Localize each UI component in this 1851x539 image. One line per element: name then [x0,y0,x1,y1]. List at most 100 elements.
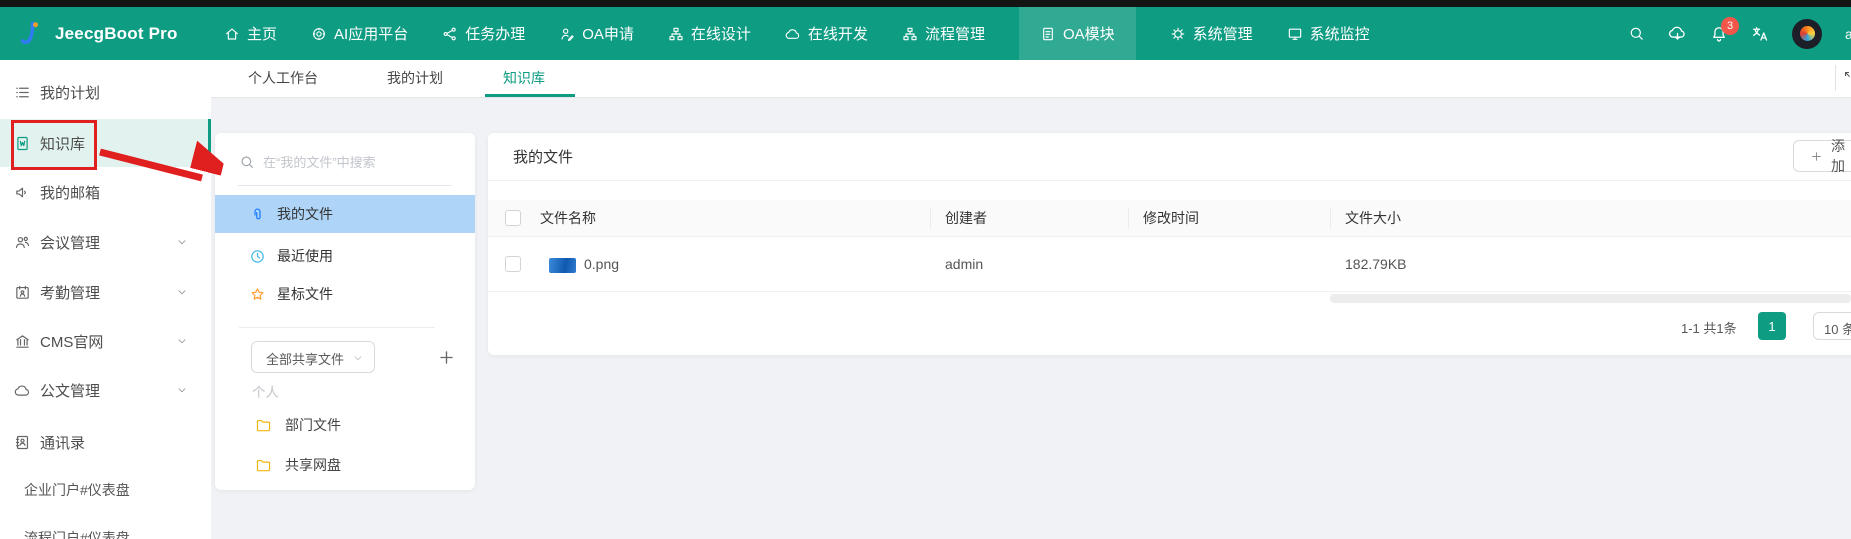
pagination: 1-1 共1条 1 10 条/页 [488,312,1851,340]
file-size: 182.79KB [1345,256,1407,272]
active-tab-underline [485,94,575,97]
username[interactable]: admin [1845,26,1851,42]
nav-item-label: 在线设计 [690,26,751,43]
sidebar-item-5[interactable]: 考勤管理 [0,278,211,306]
row-checkbox[interactable] [505,256,521,272]
page-size-select[interactable]: 10 条/页 [1813,312,1851,340]
sidebar-item-8[interactable]: 通讯录 [0,428,211,456]
table-header: 文件名称 创建者 修改时间 文件大小 [488,200,1851,237]
nav-item-label: OA申请 [582,26,634,43]
folder-item-1[interactable]: 部门文件 [215,406,475,444]
avatar[interactable] [1792,18,1822,49]
horizontal-scrollbar-thumb[interactable] [1330,294,1851,303]
file-nav-label: 最近使用 [277,248,333,264]
tab-2[interactable]: 我的计划 [387,60,443,96]
tab-bar: 个人工作台 我的计划 知识库 [211,60,1851,98]
search-icon[interactable] [1628,25,1645,42]
column-divider [930,208,931,229]
chevron-down-icon [352,352,364,364]
sidebar-item-label: 会议管理 [40,234,101,252]
page-size-value: 10 条/页 [1824,322,1851,337]
column-divider [1330,208,1331,229]
add-button[interactable]: 添加 [1793,138,1851,174]
brand[interactable]: JeecgBoot Pro [18,7,178,60]
sidebar-item-9[interactable]: 企业门户#仪表盘 [0,476,211,504]
paperclip-icon [249,206,266,223]
star-icon [249,286,266,303]
panel-title: 我的文件 [513,149,574,166]
file-creator: admin [945,256,984,272]
file-nav-label: 我的文件 [277,206,333,222]
nav-item-6[interactable]: 在线开发 [785,7,868,60]
notification-bell[interactable]: 3 [1710,16,1739,43]
header-divider [488,180,1851,181]
sidebar-item-label: 通讯录 [40,434,86,452]
table-row[interactable]: 0.png admin 182.79KB [488,237,1851,292]
clock-icon [249,248,266,265]
sidebar-item-6[interactable]: CMS官网 [0,327,211,355]
nav-item-label: OA模块 [1062,26,1115,43]
divider [239,327,435,328]
nav-item-3[interactable]: 任务办理 [442,7,525,60]
tab-3[interactable]: 知识库 [503,60,545,96]
tab-1[interactable]: 个人工作台 [248,60,318,96]
sidebar-item-4[interactable]: 会议管理 [0,228,211,256]
sidebar-item-7[interactable]: 公文管理 [0,376,211,404]
pagination-page-1[interactable]: 1 [1758,312,1786,340]
add-button-label: 添加 [1831,138,1845,174]
column-header-3: 修改时间 [1143,210,1199,226]
pagination-total: 1-1 共1条 [1681,321,1737,336]
column-header-2: 创建者 [945,210,987,226]
chevron-down-icon [176,335,188,347]
file-nav-2[interactable]: 最近使用 [215,237,475,275]
annotation-red-box [11,120,97,170]
translate-icon[interactable] [1751,25,1769,43]
speaker-icon [14,184,31,201]
nav-item-1[interactable]: 主页 [224,7,277,60]
share-filter-value: 全部共享文件 [266,352,345,367]
sidebar-item-1[interactable]: 我的计划 [0,78,211,106]
chevron-down-icon [176,384,188,396]
sidebar-item-label: 考勤管理 [40,284,101,302]
file-doc-icon [1040,26,1056,42]
add-folder-button[interactable] [437,348,456,367]
column-header-4: 文件大小 [1345,210,1401,226]
select-all-checkbox[interactable] [505,210,521,226]
logo-icon [18,20,45,47]
share-filter-select[interactable]: 全部共享文件 [251,341,375,373]
nav-item-label: 任务办理 [465,26,526,43]
sidebar-item-10[interactable]: 流程门户#仪表盘 [0,524,211,539]
brand-title: JeecgBoot Pro [55,23,178,43]
compass-icon [311,26,327,42]
nav-item-8[interactable]: OA模块 [1018,7,1136,60]
cloud-icon [14,382,31,399]
section-label: 个人 [252,385,279,400]
file-search [215,133,475,186]
app-root: JeecgBoot Pro 主页 AI应用平台 任务办理 OA申请 在线设计 在线开发 流程… [0,0,1851,539]
nav-item-9[interactable]: 系统管理 [1170,7,1253,60]
nav-item-5[interactable]: 在线设计 [668,7,751,60]
nav-item-2[interactable]: AI应用平台 [311,7,408,60]
file-list-panel: 我的文件 添加 文件名称 创建者 修改时间 文件大小 0.png admin 182.79… [488,133,1851,355]
sitemap-icon [902,26,918,42]
share-icon [442,26,458,42]
gear-icon [1170,26,1186,42]
home-icon [224,26,240,42]
monitor-icon [1287,26,1303,42]
nav-item-label: 系统管理 [1192,26,1253,43]
file-nav-1[interactable]: 我的文件 [215,195,475,233]
nav-item-10[interactable]: 系统监控 [1287,7,1370,60]
expand-icon[interactable] [1843,70,1851,85]
folder-item-2[interactable]: 共享网盘 [215,446,475,484]
sidebar-item-label: 企业门户#仪表盘 [24,482,130,498]
column-header-1: 文件名称 [540,210,596,226]
file-search-input[interactable] [261,148,445,176]
cloud-download-icon[interactable] [1668,24,1687,43]
user-edit-icon [559,26,575,42]
folder-label: 部门文件 [285,417,341,433]
nav-item-4[interactable]: OA申请 [559,7,634,60]
bank-icon [14,333,31,350]
file-nav-3[interactable]: 星标文件 [215,275,475,313]
nav-item-7[interactable]: 流程管理 [902,7,985,60]
contact-icon [14,434,31,451]
